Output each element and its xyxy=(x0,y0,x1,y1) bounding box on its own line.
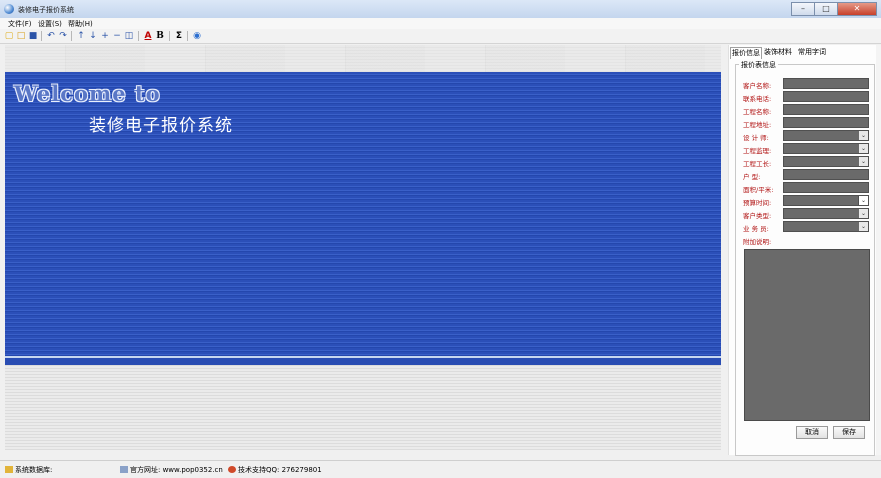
menu-bar: 文件(F) 设置(S) 帮助(H) xyxy=(0,18,881,29)
new-icon[interactable]: ▢ xyxy=(4,31,14,41)
phone-label: 联系电话: xyxy=(743,95,772,103)
title-bar: 装修电子报价系统 – □ ✕ xyxy=(0,0,881,19)
chevron-down-icon: ⌄ xyxy=(859,131,868,140)
chevron-down-icon: ⌄ xyxy=(859,222,868,231)
notes-label: 附加说明: xyxy=(743,238,772,246)
project-address-input[interactable] xyxy=(783,117,869,128)
window-title: 装修电子报价系统 xyxy=(18,6,74,14)
open-icon[interactable]: □ xyxy=(16,31,26,41)
minimize-button[interactable]: – xyxy=(791,2,815,16)
move-up-icon[interactable]: ↑ xyxy=(76,31,86,41)
budget-time-label: 预算时间: xyxy=(743,199,772,207)
menu-file[interactable]: 文件(F) xyxy=(8,19,32,29)
group-title: 报价表信息 xyxy=(739,60,778,70)
panel-top-strip xyxy=(5,45,721,72)
status-support: 技术支持QQ: 276279801 xyxy=(228,465,322,475)
project-name-label: 工程名称: xyxy=(743,108,772,116)
customer-name-input[interactable] xyxy=(783,78,869,89)
quote-info-group: 报价表信息 客户名称: 联系电话: 工程名称: 工程地址: 设 计 师: ⌄ 工… xyxy=(735,60,875,456)
main-panel: Welcome to 装修电子报价系统 xyxy=(5,45,721,450)
maximize-button[interactable]: □ xyxy=(814,2,838,16)
chevron-down-icon: ⌄ xyxy=(859,144,868,153)
quote-side-panel: 报价信息 装饰材料 常用字词 报价表信息 客户名称: 联系电话: 工程名称: 工… xyxy=(728,45,877,456)
foreman-select[interactable]: ⌄ xyxy=(783,156,869,167)
move-down-icon[interactable]: ↓ xyxy=(88,31,98,41)
banner-subtitle: 装修电子报价系统 xyxy=(89,116,233,136)
supervisor-select[interactable]: ⌄ xyxy=(783,143,869,154)
salesperson-label: 业 务 员: xyxy=(743,225,769,233)
tab-materials[interactable]: 装饰材料 xyxy=(763,47,793,58)
chevron-down-icon: ⌄ xyxy=(859,209,868,218)
window-controls: – □ ✕ xyxy=(791,2,877,16)
help-icon[interactable]: ◉ xyxy=(192,31,202,41)
sum-icon[interactable]: Σ xyxy=(174,31,184,41)
banner-bottom xyxy=(5,358,721,365)
area-label: 面积/平米: xyxy=(743,186,774,194)
database-icon xyxy=(5,466,13,473)
cancel-button[interactable]: 取消 xyxy=(796,426,828,439)
phone-input[interactable] xyxy=(783,91,869,102)
tab-common-words[interactable]: 常用字词 xyxy=(797,47,827,58)
chevron-down-icon: ⌄ xyxy=(859,157,868,166)
insert-icon[interactable]: + xyxy=(100,31,110,41)
undo-icon[interactable]: ↶ xyxy=(46,31,56,41)
chevron-down-icon: ⌄ xyxy=(858,196,868,205)
window-icon[interactable]: ◫ xyxy=(124,31,134,41)
status-website: 官方网址: www.pop0352.cn xyxy=(120,465,223,475)
project-name-input[interactable] xyxy=(783,104,869,115)
customer-type-label: 客户类型: xyxy=(743,212,772,220)
house-type-input[interactable] xyxy=(783,169,869,180)
save-button[interactable]: 保存 xyxy=(833,426,865,439)
toolbar: ▢ □ ■ ↶ ↷ ↑ ↓ + − ◫ A B Σ ◉ xyxy=(0,29,881,44)
close-button[interactable]: ✕ xyxy=(837,2,877,16)
menu-settings[interactable]: 设置(S) xyxy=(38,19,62,29)
notes-textarea[interactable] xyxy=(744,249,870,421)
supervisor-label: 工程监理: xyxy=(743,147,772,155)
right-edge xyxy=(876,45,881,455)
home-icon xyxy=(120,466,128,473)
tab-quote-info[interactable]: 报价信息 xyxy=(730,47,762,59)
foreman-label: 工程工长: xyxy=(743,160,772,168)
budget-time-picker[interactable]: ⌄ xyxy=(783,195,869,206)
welcome-text: Welcome to xyxy=(14,81,161,106)
area-input[interactable] xyxy=(783,182,869,193)
project-address-label: 工程地址: xyxy=(743,121,772,129)
text-color-icon[interactable]: A xyxy=(143,31,153,41)
customer-name-label: 客户名称: xyxy=(743,82,772,90)
salesperson-select[interactable]: ⌄ xyxy=(783,221,869,232)
designer-label: 设 计 师: xyxy=(743,134,769,142)
house-type-label: 户 型: xyxy=(743,173,761,181)
redo-icon[interactable]: ↷ xyxy=(58,31,68,41)
menu-help[interactable]: 帮助(H) xyxy=(68,19,93,29)
customer-type-select[interactable]: ⌄ xyxy=(783,208,869,219)
designer-select[interactable]: ⌄ xyxy=(783,130,869,141)
bold-icon[interactable]: B xyxy=(155,31,165,41)
delete-icon[interactable]: − xyxy=(112,31,122,41)
qq-icon xyxy=(228,466,236,473)
app-icon xyxy=(4,4,14,14)
status-bar: 系统数据库: 官方网址: www.pop0352.cn 技术支持QQ: 2762… xyxy=(0,460,881,478)
save-icon[interactable]: ■ xyxy=(28,31,38,41)
status-db: 系统数据库: xyxy=(5,465,52,475)
